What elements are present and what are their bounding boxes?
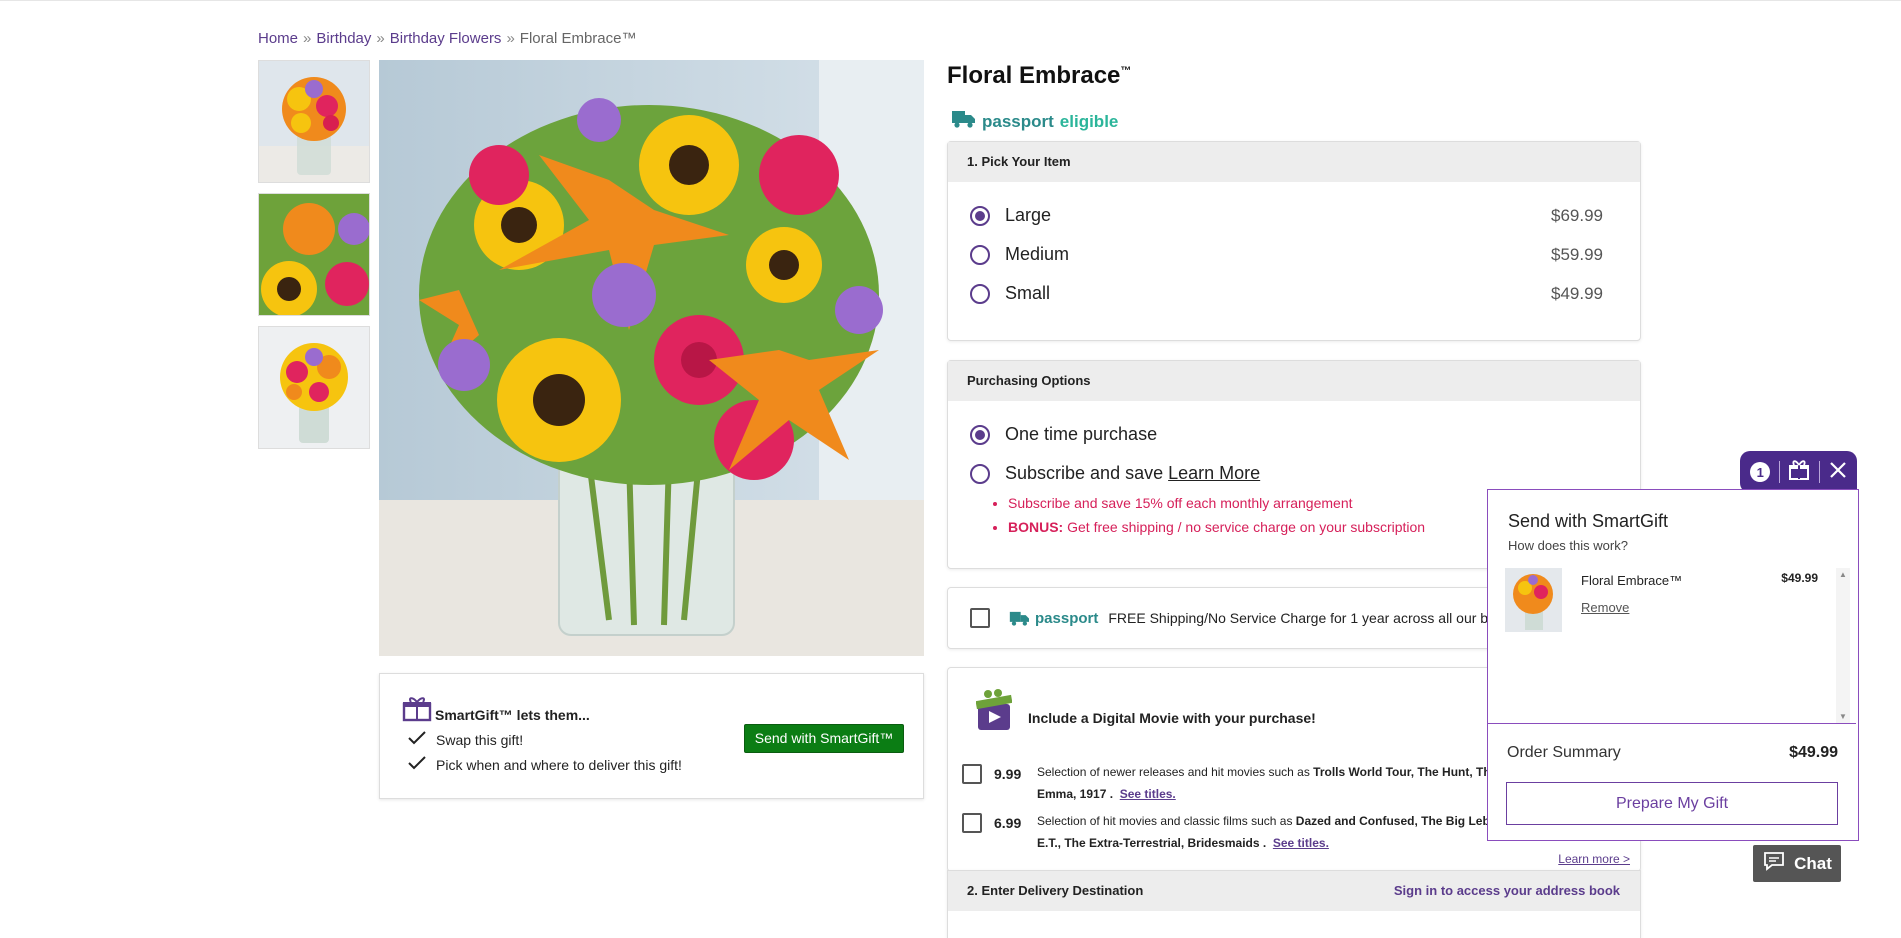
passport-logo: passport bbox=[1008, 610, 1098, 627]
price-large: $69.99 bbox=[1551, 205, 1603, 225]
smartgift-title: SmartGift™ lets them... bbox=[435, 707, 590, 723]
gift-icon[interactable] bbox=[1788, 459, 1810, 486]
breadcrumb-home[interactable]: Home bbox=[258, 30, 298, 47]
send-with-smartgift-button[interactable]: Send with SmartGift™ bbox=[744, 724, 904, 753]
learn-more-link[interactable]: Learn More bbox=[1168, 463, 1260, 484]
scroll-up-icon[interactable]: ▲ bbox=[1839, 570, 1847, 579]
prepare-my-gift-button[interactable]: Prepare My Gift bbox=[1506, 782, 1838, 825]
gift-icon bbox=[402, 696, 432, 727]
chat-button[interactable]: Chat bbox=[1753, 845, 1841, 882]
purchasing-options-header: Purchasing Options bbox=[948, 361, 1640, 401]
see-titles-link-2[interactable]: See titles. bbox=[1273, 836, 1329, 850]
passport-description: FREE Shipping/No Service Charge for 1 ye… bbox=[1108, 610, 1524, 626]
size-option-small[interactable]: Small $49.99 bbox=[948, 274, 1640, 313]
price-small: $49.99 bbox=[1551, 283, 1603, 303]
order-summary-total: $49.99 bbox=[1789, 744, 1838, 761]
scroll-down-icon[interactable]: ▼ bbox=[1839, 712, 1847, 721]
thumbnail-2[interactable] bbox=[258, 193, 370, 316]
movie-price-1: 9.99 bbox=[994, 766, 1022, 782]
chat-bubble-icon bbox=[1762, 850, 1786, 877]
size-option-medium[interactable]: Medium $59.99 bbox=[948, 235, 1640, 274]
smartgift-popup: Send with SmartGift How does this work? … bbox=[1487, 489, 1859, 841]
passport-eligible-badge: passport eligible bbox=[950, 110, 1118, 133]
close-icon[interactable] bbox=[1829, 461, 1847, 484]
movie-checkbox-1[interactable] bbox=[962, 764, 982, 784]
passport-checkbox[interactable] bbox=[970, 608, 990, 628]
remove-item-link[interactable]: Remove bbox=[1581, 600, 1629, 615]
smartgift-feature-1: Swap this gift! bbox=[436, 731, 524, 748]
cart-count-badge: 1 bbox=[1750, 462, 1771, 482]
truck-icon bbox=[950, 110, 976, 133]
truck-icon bbox=[1009, 611, 1029, 626]
smartgift-popup-tab: 1 bbox=[1740, 451, 1857, 493]
order-summary-label: Order Summary bbox=[1507, 744, 1621, 761]
checkmark-icon bbox=[408, 731, 426, 748]
product-main-image bbox=[379, 60, 924, 656]
radio-medium[interactable] bbox=[970, 244, 990, 265]
see-titles-link-1[interactable]: See titles. bbox=[1120, 787, 1176, 801]
smartgift-feature-2: Pick when and where to deliver this gift… bbox=[436, 756, 682, 773]
option-one-time[interactable]: One time purchase bbox=[948, 415, 1640, 454]
pick-item-panel: 1. Pick Your Item Large $69.99 Medium $5… bbox=[947, 141, 1641, 341]
pick-item-header: 1. Pick Your Item bbox=[948, 142, 1640, 182]
popup-title: Send with SmartGift bbox=[1508, 511, 1669, 531]
thumbnail-3[interactable] bbox=[258, 326, 370, 449]
delivery-panel: 2. Enter Delivery Destination Sign in to… bbox=[947, 870, 1641, 938]
sign-in-address-link[interactable]: Sign in to access your address book bbox=[1394, 871, 1620, 911]
breadcrumb-birthday[interactable]: Birthday bbox=[316, 30, 371, 47]
size-option-large[interactable]: Large $69.99 bbox=[948, 196, 1640, 235]
thumbnail-1[interactable] bbox=[258, 60, 370, 183]
delivery-header: 2. Enter Delivery Destination bbox=[967, 883, 1144, 898]
breadcrumb-birthday-flowers[interactable]: Birthday Flowers bbox=[390, 30, 502, 47]
movie-gift-icon bbox=[975, 688, 1013, 737]
price-medium: $59.99 bbox=[1551, 244, 1603, 264]
breadcrumb: Home» Birthday» Birthday Flowers» Floral Em… bbox=[258, 30, 637, 47]
radio-subscribe[interactable] bbox=[970, 463, 990, 484]
movie-checkbox-2[interactable] bbox=[962, 813, 982, 833]
popup-item-list: Floral Embrace™ $49.99 Remove ▲ ▼ bbox=[1488, 568, 1856, 723]
movie-price-2: 6.99 bbox=[994, 815, 1022, 831]
movie-title: Include a Digital Movie with your purcha… bbox=[1028, 710, 1316, 726]
radio-one-time[interactable] bbox=[970, 424, 990, 445]
top-divider bbox=[0, 0, 1901, 1]
popup-item-image bbox=[1505, 568, 1562, 632]
radio-small[interactable] bbox=[970, 283, 990, 304]
breadcrumb-current: Floral Embrace™ bbox=[519, 30, 637, 47]
option-subscribe[interactable]: Subscribe and save Learn More bbox=[948, 454, 1640, 493]
product-title: Floral Embrace™ bbox=[947, 62, 1132, 89]
popup-scrollbar[interactable]: ▲ ▼ bbox=[1836, 568, 1850, 723]
how-does-this-work-link[interactable]: How does this work? bbox=[1508, 538, 1628, 553]
popup-item-name: Floral Embrace™ bbox=[1581, 573, 1683, 588]
radio-large[interactable] bbox=[970, 205, 990, 226]
smartgift-box: SmartGift™ lets them... Swap this gift! … bbox=[379, 673, 924, 799]
checkmark-icon bbox=[408, 756, 426, 773]
popup-item-price: $49.99 bbox=[1781, 571, 1818, 585]
movie-learn-more-link[interactable]: Learn more > bbox=[1558, 852, 1630, 866]
